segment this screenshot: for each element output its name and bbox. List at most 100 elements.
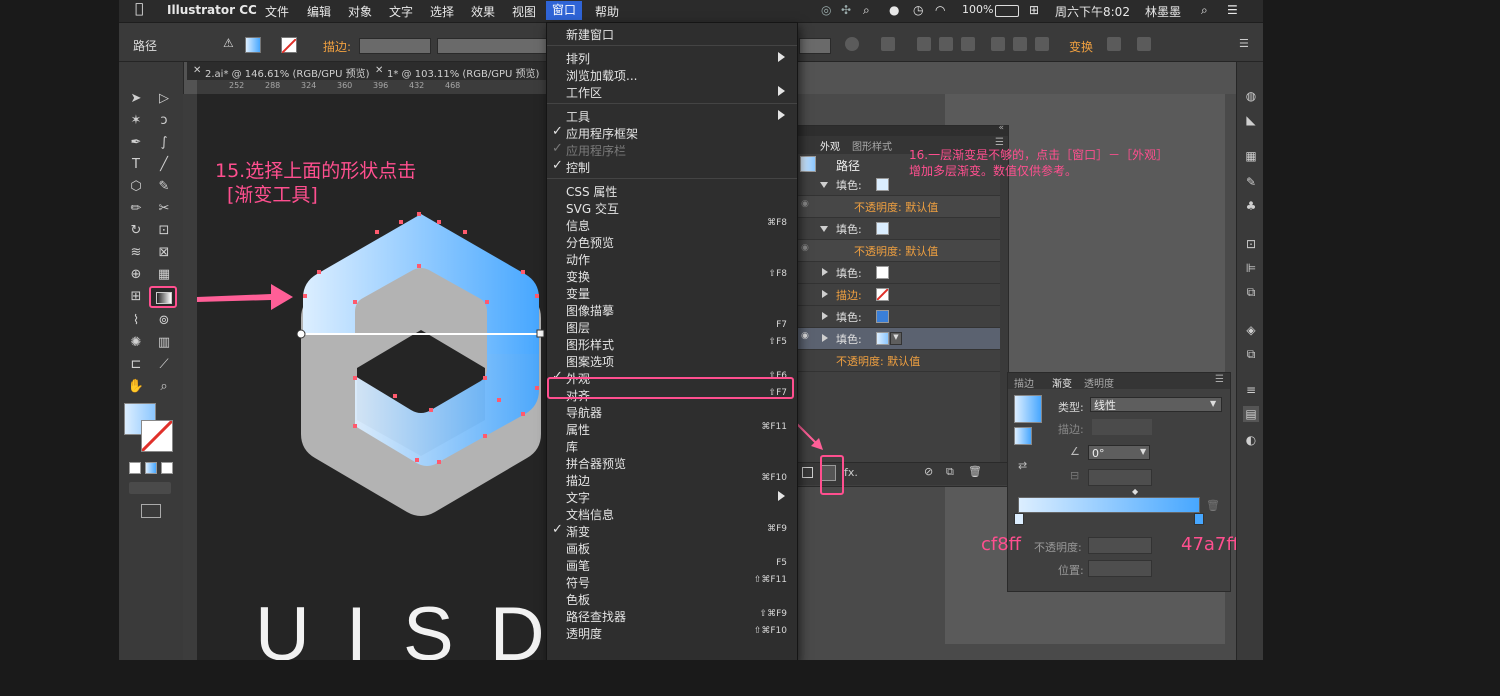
slice-tool-icon[interactable]: ⟋ xyxy=(155,356,173,374)
menu-view[interactable]: 视图 xyxy=(512,3,536,20)
expand-triangle-icon[interactable] xyxy=(820,182,828,188)
fill-swatch[interactable] xyxy=(876,178,889,191)
none-mode-icon[interactable] xyxy=(161,462,173,474)
warning-icon[interactable]: ⚠ xyxy=(223,36,234,50)
fill-swatch[interactable] xyxy=(876,332,889,345)
gradient-start-handle[interactable] xyxy=(296,329,306,339)
window-menu-item[interactable]: ✓ 控制 xyxy=(547,158,797,175)
window-menu-item[interactable]: 导航器 xyxy=(547,403,797,420)
spotlight-icon[interactable]: ⌕ xyxy=(1201,3,1208,18)
expand-triangle-icon[interactable] xyxy=(822,312,828,320)
appearance-fill-row[interactable]: 填色: xyxy=(798,262,1000,284)
appearance-fill-row[interactable]: 填色: xyxy=(798,218,1000,240)
user-name[interactable]: 林墨墨 xyxy=(1145,3,1181,20)
gradient-stop-start[interactable] xyxy=(1014,513,1024,525)
mesh-tool-icon[interactable]: ⊞ xyxy=(127,288,145,306)
symbol-sprayer-icon[interactable]: ✺ xyxy=(127,334,145,352)
clock-icon[interactable]: ◷ xyxy=(913,3,923,17)
gradient-slider[interactable] xyxy=(1018,497,1200,513)
hand-tool-icon[interactable]: ✋ xyxy=(127,378,145,396)
stop-position-field[interactable] xyxy=(1088,560,1152,577)
aspect-ratio-field[interactable] xyxy=(1088,469,1152,486)
gradient-preview-swatch[interactable] xyxy=(1014,395,1042,423)
recolor-icon[interactable] xyxy=(845,37,859,51)
window-menu-item[interactable]: ✓ 渐变 ⌘F9 xyxy=(547,522,797,539)
wifi-icon[interactable]: ◠ xyxy=(935,3,945,17)
stroke-weight-field[interactable] xyxy=(359,38,431,54)
datetime[interactable]: 周六下午8:02 xyxy=(1055,3,1130,20)
align-bottom-icon[interactable] xyxy=(1035,37,1049,51)
window-menu-item[interactable]: 动作 xyxy=(547,250,797,267)
window-menu-item[interactable]: 工作区 xyxy=(547,83,797,100)
fx-button[interactable]: fx. xyxy=(844,466,858,479)
window-menu-item[interactable]: 拼合器预览 xyxy=(547,454,797,471)
screen-mode-icon[interactable] xyxy=(141,504,161,518)
expand-triangle-icon[interactable] xyxy=(820,226,828,232)
window-menu-item[interactable]: 排列 xyxy=(547,49,797,66)
window-menu-item[interactable]: 变换 ⇧F8 xyxy=(547,267,797,284)
visibility-icon[interactable] xyxy=(801,221,815,235)
draw-mode-icons[interactable] xyxy=(129,482,171,494)
opacity-label[interactable]: 不透明度: 默认值 xyxy=(854,243,938,259)
delete-stop-icon[interactable]: 🗑 xyxy=(1206,499,1220,512)
column-graph-icon[interactable]: ▥ xyxy=(155,334,173,352)
fill-swatch[interactable] xyxy=(876,310,889,323)
menu-file[interactable]: 文件 xyxy=(265,3,289,20)
perspective-grid-icon[interactable]: ▦ xyxy=(155,266,173,284)
add-stroke-icon[interactable] xyxy=(802,467,813,478)
window-menu-item[interactable]: 描边 ⌘F10 xyxy=(547,471,797,488)
window-menu-item[interactable]: 新建窗口 xyxy=(547,25,797,42)
window-menu-item[interactable]: 图像描摹 xyxy=(547,301,797,318)
menu-help[interactable]: 帮助 xyxy=(595,3,619,20)
stroke-swatch[interactable] xyxy=(876,288,889,301)
pencil-icon[interactable]: ✏ xyxy=(127,200,145,218)
panel-titlebar[interactable]: « xyxy=(798,123,1008,136)
transparency-icon[interactable]: ◐ xyxy=(1243,432,1259,448)
stroke-panel-icon[interactable]: ≡ xyxy=(1243,382,1259,398)
opacity-label[interactable]: 不透明度: 默认值 xyxy=(854,199,938,215)
window-menu-item[interactable]: 分色预览 xyxy=(547,233,797,250)
gradient-panel-icon[interactable]: ▤ xyxy=(1243,406,1259,422)
fill-stroke-gradient-swatch[interactable] xyxy=(1014,427,1032,445)
gradient-mode-icon[interactable] xyxy=(145,462,157,474)
symbols-icon[interactable]: ♣ xyxy=(1243,198,1259,214)
window-menu-item[interactable]: 工具 xyxy=(547,107,797,124)
visibility-icon[interactable] xyxy=(801,287,815,301)
menu-select[interactable]: 选择 xyxy=(430,3,454,20)
isolate-icon[interactable] xyxy=(1107,37,1121,51)
app-name[interactable]: Illustrator CC xyxy=(167,3,257,17)
visibility-icon[interactable]: ◉ xyxy=(801,199,815,213)
brush-dropdown[interactable] xyxy=(799,38,831,54)
menu-window[interactable]: 窗口 xyxy=(546,1,583,20)
stroke-swatch[interactable] xyxy=(281,37,297,54)
window-menu-item[interactable]: 色板 xyxy=(547,590,797,607)
layers-icon[interactable]: ◈ xyxy=(1243,322,1259,338)
color-mode-icon[interactable] xyxy=(129,462,141,474)
search-app-icon[interactable]: ⌕ xyxy=(863,3,870,18)
more-options-icon[interactable] xyxy=(1137,37,1151,51)
stroke-label[interactable]: 描边: xyxy=(836,287,862,303)
stop-opacity-field[interactable] xyxy=(1088,537,1152,554)
keyboard-icon[interactable]: ⊞ xyxy=(1029,3,1039,17)
scissors-icon[interactable]: ✂ xyxy=(155,200,173,218)
eyedropper-icon[interactable]: ⌇ xyxy=(127,312,145,330)
window-menu-item[interactable]: 路径查找器 ⇧⌘F9 xyxy=(547,607,797,624)
pathfinder-icon[interactable]: ⧉ xyxy=(1243,284,1259,300)
opacity-label[interactable]: 不透明度: 默认值 xyxy=(836,353,920,369)
visibility-icon[interactable]: ◉ xyxy=(801,243,815,257)
window-menu-item[interactable]: 图形样式 ⇧F5 xyxy=(547,335,797,352)
expand-triangle-icon[interactable] xyxy=(822,334,828,342)
magic-wand-icon[interactable]: ✶ xyxy=(127,112,145,130)
apple-icon[interactable]:  xyxy=(135,1,143,17)
align-left-icon[interactable] xyxy=(917,37,931,51)
appearance-object-opacity-row[interactable]: 不透明度: 默认值 xyxy=(798,350,1000,372)
tab-doc-1[interactable]: 1* @ 103.11% (RGB/GPU 预览) xyxy=(387,65,539,80)
align-vcenter-icon[interactable] xyxy=(1013,37,1027,51)
appearance-fill-row[interactable]: 填色: xyxy=(798,306,1000,328)
midpoint-diamond-icon[interactable]: ◆ xyxy=(1132,487,1138,496)
tab-appearance[interactable]: 外观 xyxy=(820,138,840,153)
window-menu-item[interactable]: 属性 ⌘F11 xyxy=(547,420,797,437)
close-tab-icon[interactable]: ✕ xyxy=(375,65,383,76)
appearance-opacity-row[interactable]: ◉ 不透明度: 默认值 xyxy=(798,240,1000,262)
appearance-fill-row-selected[interactable]: ◉ 填色: ▼ xyxy=(798,328,1000,350)
